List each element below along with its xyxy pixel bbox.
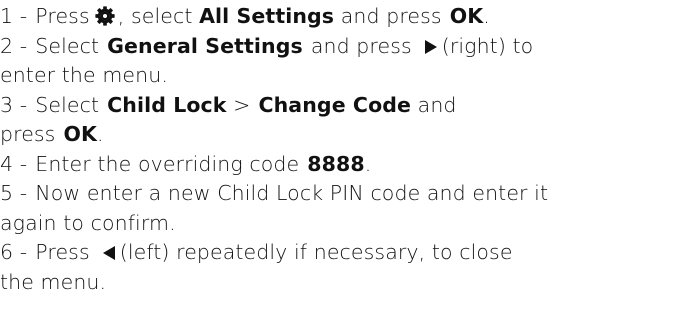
step-text: Press <box>35 240 90 264</box>
step-5: 5 - Now enter a new Child Lock PIN code a… <box>0 179 694 209</box>
step-1: 1 - Press , select All Settings and press O… <box>0 2 694 32</box>
step-5-continued: again to confirm. <box>0 209 694 239</box>
step-text: Select <box>35 92 100 117</box>
right-arrow-icon <box>424 33 438 54</box>
step-number: 2 - <box>0 33 28 58</box>
step-number: 5 - <box>0 181 28 205</box>
step-text: Now enter a new Child Lock PIN code and … <box>35 181 549 205</box>
gear-icon <box>94 5 116 27</box>
menu-item-general-settings: General Settings <box>107 33 303 58</box>
path-separator: > <box>233 92 251 117</box>
step-text: again to confirm. <box>0 210 176 235</box>
step-text: and <box>417 92 457 117</box>
step-text: enter the menu. <box>0 63 168 87</box>
step-text: , select <box>117 4 193 28</box>
step-number: 4 - <box>0 151 28 176</box>
menu-item-change-code: Change Code <box>258 92 412 117</box>
step-text: . <box>483 4 490 28</box>
step-6-continued: the menu. <box>0 268 694 298</box>
step-text: (right) to <box>441 33 534 58</box>
step-text: the menu. <box>0 269 107 294</box>
step-2: 2 - Select General Settings and press (right… <box>0 32 694 62</box>
step-number: 6 - <box>0 240 28 264</box>
step-text: . <box>364 151 372 176</box>
step-3: 3 - Select Child Lock > Change Code and <box>0 91 694 121</box>
step-text: press <box>0 122 56 146</box>
instruction-list: 1 - Press , select All Settings and press O… <box>0 2 694 297</box>
override-code: 8888 <box>307 151 365 176</box>
menu-item-all-settings: All Settings <box>199 4 335 28</box>
step-text: Enter the overriding code <box>35 151 300 176</box>
ok-key: OK <box>449 4 484 28</box>
left-arrow-icon <box>102 239 116 260</box>
menu-item-child-lock: Child Lock <box>107 92 227 117</box>
ok-key: OK <box>63 122 97 146</box>
step-text: Select <box>35 33 100 58</box>
step-text: . <box>96 122 104 146</box>
step-number: 3 - <box>0 92 28 117</box>
step-2-continued: enter the menu. <box>0 61 694 91</box>
step-text: (left) repeatedly if necessary, to close <box>119 240 513 264</box>
step-number: 1 - <box>0 4 28 28</box>
step-4: 4 - Enter the overriding code 8888. <box>0 150 694 180</box>
step-text: and press <box>310 33 412 58</box>
step-text: and press <box>340 4 442 28</box>
step-3-continued: press OK. <box>0 120 694 150</box>
step-text: Press <box>35 4 90 28</box>
step-6: 6 - Press (left) repeatedly if necessary, … <box>0 238 694 268</box>
